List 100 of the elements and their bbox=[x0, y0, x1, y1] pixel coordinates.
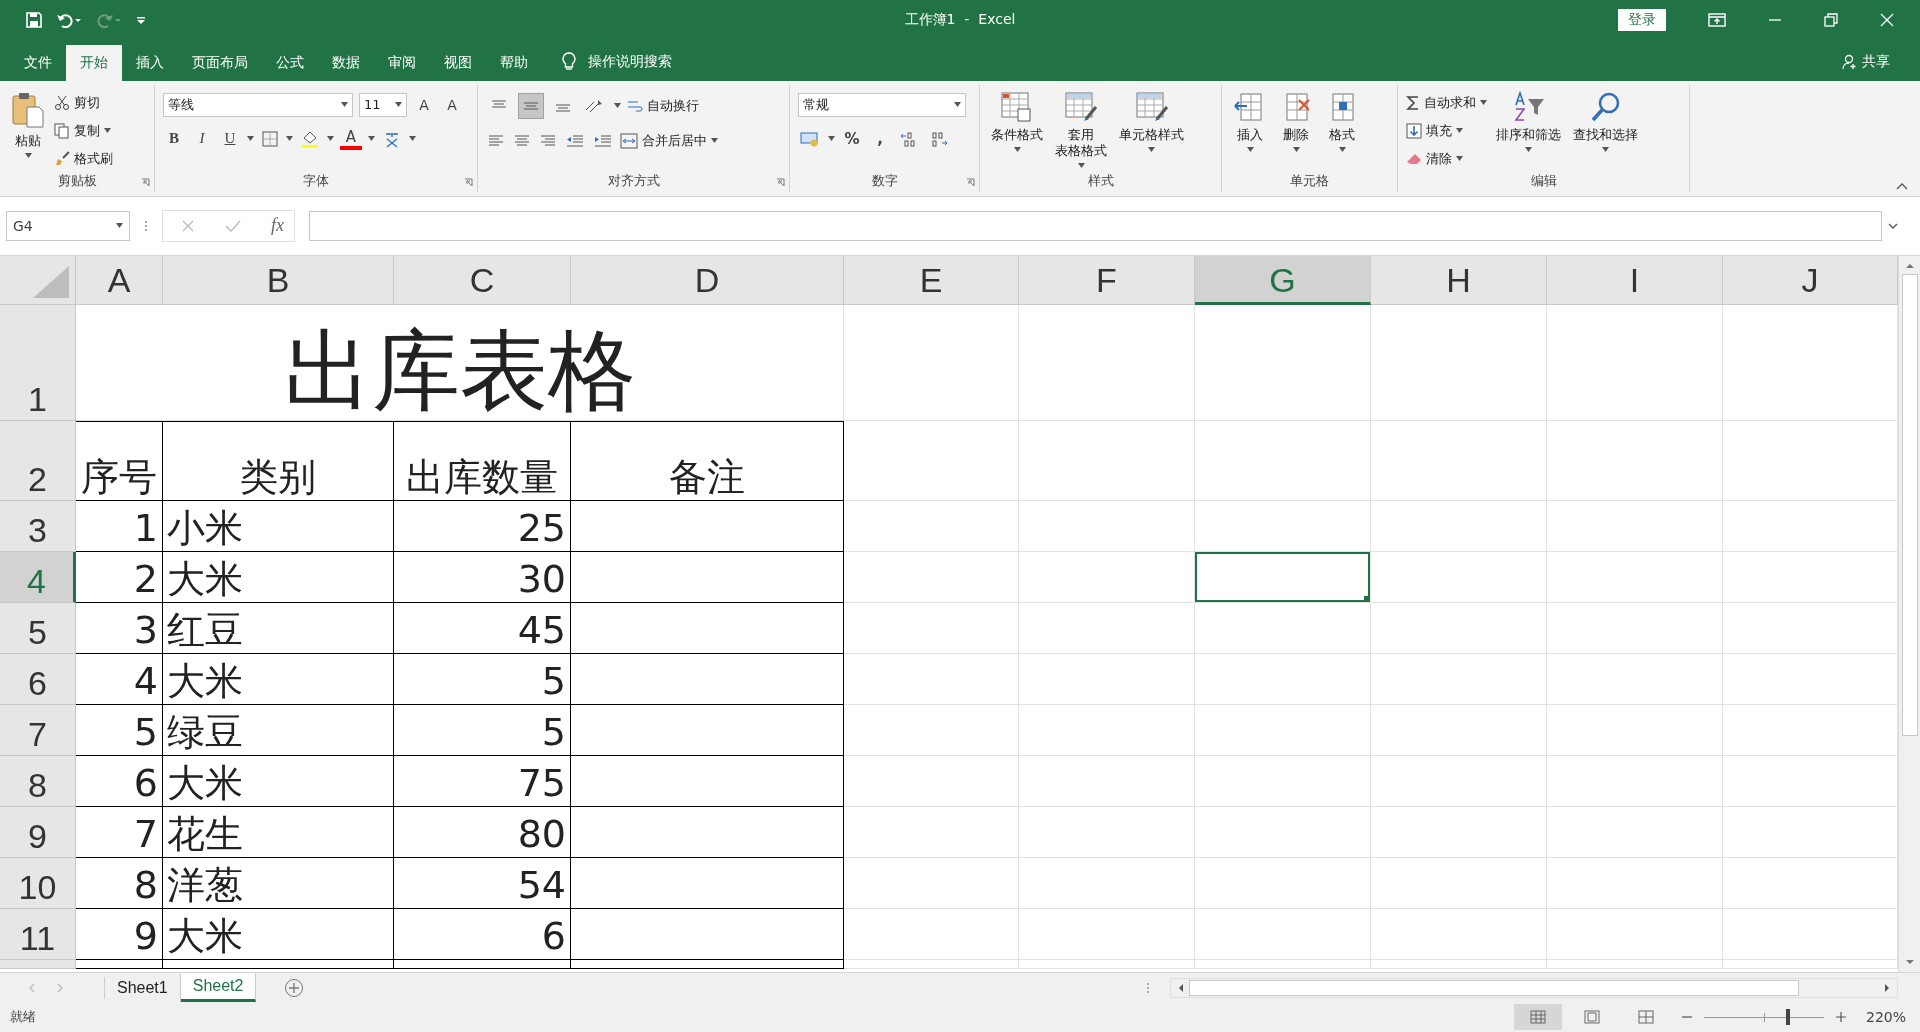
selected-cell[interactable] bbox=[1195, 551, 1371, 603]
fill-handle[interactable] bbox=[1364, 595, 1370, 602]
row-header[interactable]: 10 bbox=[0, 857, 76, 909]
name-box[interactable]: G4 bbox=[6, 210, 130, 241]
table-cell[interactable]: 大米 bbox=[163, 551, 394, 603]
cut-button[interactable]: 剪切 bbox=[54, 90, 113, 115]
grid-cell[interactable] bbox=[1547, 551, 1723, 603]
row-header[interactable]: 4 bbox=[0, 551, 76, 603]
down-arrow-icon[interactable] bbox=[1904, 958, 1915, 967]
grid-cell[interactable] bbox=[1195, 857, 1371, 909]
splitter-icon[interactable] bbox=[1146, 980, 1150, 995]
format-as-table-button[interactable]: 套用 表格格式 bbox=[1052, 90, 1110, 168]
row-header[interactable]: 2 bbox=[0, 420, 76, 501]
grid-cell[interactable] bbox=[1547, 806, 1723, 858]
row-header[interactable]: 5 bbox=[0, 602, 76, 654]
italic-button[interactable]: I bbox=[191, 126, 213, 151]
grid-cell[interactable] bbox=[1547, 602, 1723, 654]
row-header[interactable]: 7 bbox=[0, 704, 76, 756]
borders-icon[interactable] bbox=[262, 130, 278, 147]
font-name-dropdown[interactable]: 等线 bbox=[163, 92, 353, 117]
grid-cell[interactable] bbox=[1019, 304, 1195, 421]
bold-button[interactable]: B bbox=[163, 126, 185, 151]
fill-color-icon[interactable] bbox=[301, 129, 319, 148]
grid-cell[interactable] bbox=[1195, 500, 1371, 552]
table-cell[interactable] bbox=[571, 653, 844, 705]
share-button[interactable]: 共享 bbox=[1862, 52, 1890, 71]
grid-cell[interactable] bbox=[1019, 908, 1195, 960]
undo-icon[interactable] bbox=[56, 11, 82, 28]
check-icon[interactable] bbox=[225, 218, 241, 233]
grid-cell[interactable] bbox=[1547, 908, 1723, 960]
grid-cell[interactable] bbox=[1371, 806, 1547, 858]
ribbon-tab[interactable]: 页面布局 bbox=[178, 44, 262, 81]
previous-sheet-icon[interactable] bbox=[28, 982, 36, 993]
vertical-align-button[interactable] bbox=[518, 92, 544, 119]
table-cell[interactable]: 绿豆 bbox=[163, 704, 394, 756]
ribbon-tab[interactable]: 文件 bbox=[10, 44, 66, 81]
grid-cell[interactable] bbox=[1547, 500, 1723, 552]
grid-cell[interactable] bbox=[1019, 806, 1195, 858]
grid-cell[interactable] bbox=[1547, 420, 1723, 501]
grid-cell[interactable] bbox=[1371, 704, 1547, 756]
close-icon[interactable] bbox=[1880, 12, 1894, 27]
underline-button[interactable]: U bbox=[219, 126, 241, 151]
table-cell[interactable]: 3 bbox=[76, 602, 163, 654]
grid-cell[interactable] bbox=[1019, 653, 1195, 705]
table-cell[interactable]: 2 bbox=[76, 551, 163, 603]
restore-icon[interactable] bbox=[1824, 12, 1838, 27]
table-cell[interactable]: 6 bbox=[394, 908, 571, 960]
grid-cell[interactable] bbox=[1547, 304, 1723, 421]
grid-cell[interactable] bbox=[1371, 908, 1547, 960]
grid-cell[interactable] bbox=[1019, 857, 1195, 909]
ribbon-tab[interactable]: 公式 bbox=[262, 44, 318, 81]
delete-button[interactable]: 删除 bbox=[1276, 90, 1316, 152]
grid-cell[interactable] bbox=[1195, 704, 1371, 756]
table-cell[interactable]: 5 bbox=[394, 704, 571, 756]
insert-button[interactable]: 插入 bbox=[1230, 90, 1270, 152]
grid-cell[interactable] bbox=[844, 304, 1019, 421]
tell-me-search[interactable]: 操作说明搜索 bbox=[588, 52, 672, 71]
table-cell[interactable]: 1 bbox=[76, 500, 163, 552]
format-painter-button[interactable]: 格式刷 bbox=[54, 146, 113, 171]
scroll-thumb[interactable] bbox=[1901, 273, 1918, 736]
grid-cell[interactable] bbox=[1019, 755, 1195, 807]
column-header[interactable]: B bbox=[163, 255, 394, 305]
zoom-level[interactable]: 220% bbox=[1865, 1009, 1906, 1026]
grid-cell[interactable] bbox=[1547, 653, 1723, 705]
table-cell[interactable]: 备注 bbox=[571, 420, 844, 501]
row-header[interactable]: 8 bbox=[0, 755, 76, 807]
table-cell[interactable] bbox=[571, 551, 844, 603]
table-cell[interactable] bbox=[394, 959, 571, 969]
number-format-dropdown[interactable]: 常规 bbox=[798, 92, 966, 117]
clear-button[interactable]: 清除 bbox=[1406, 146, 1487, 171]
table-cell[interactable] bbox=[571, 500, 844, 552]
table-cell[interactable]: 出库数量 bbox=[394, 420, 571, 501]
customize-icon[interactable] bbox=[136, 14, 146, 25]
grid-cell[interactable] bbox=[1547, 704, 1723, 756]
table-cell[interactable] bbox=[163, 959, 394, 969]
table-cell[interactable]: 5 bbox=[394, 653, 571, 705]
grid-cell[interactable] bbox=[1019, 704, 1195, 756]
left-arrow-icon[interactable] bbox=[1177, 982, 1185, 993]
horizontal-scrollbar[interactable] bbox=[1170, 977, 1898, 998]
right-arrow-icon[interactable] bbox=[1883, 982, 1891, 993]
align-icon[interactable] bbox=[540, 133, 556, 148]
redo-icon[interactable] bbox=[96, 11, 122, 28]
ribbon-tab[interactable]: 视图 bbox=[430, 44, 486, 81]
table-cell[interactable]: 6 bbox=[76, 755, 163, 807]
copy-button[interactable]: 复制 bbox=[54, 118, 113, 143]
grid-cell[interactable] bbox=[844, 755, 1019, 807]
grid-cell[interactable] bbox=[1371, 602, 1547, 654]
grid-cell[interactable] bbox=[1371, 755, 1547, 807]
row-header[interactable]: 11 bbox=[0, 908, 76, 960]
align-icon[interactable] bbox=[488, 133, 504, 148]
grid-cell[interactable] bbox=[1371, 857, 1547, 909]
select-all-button[interactable] bbox=[0, 255, 76, 305]
vertical-scrollbar[interactable] bbox=[1898, 255, 1920, 973]
dialog-launcher-icon[interactable] bbox=[464, 177, 473, 187]
grid-cell[interactable] bbox=[1019, 551, 1195, 603]
table-cell[interactable]: 红豆 bbox=[163, 602, 394, 654]
sheet-tab[interactable]: Sheet2 bbox=[180, 973, 257, 1003]
row-header[interactable]: 1 bbox=[0, 304, 76, 421]
sheet-title[interactable]: 出库表格 bbox=[76, 304, 844, 421]
table-cell[interactable]: 75 bbox=[394, 755, 571, 807]
